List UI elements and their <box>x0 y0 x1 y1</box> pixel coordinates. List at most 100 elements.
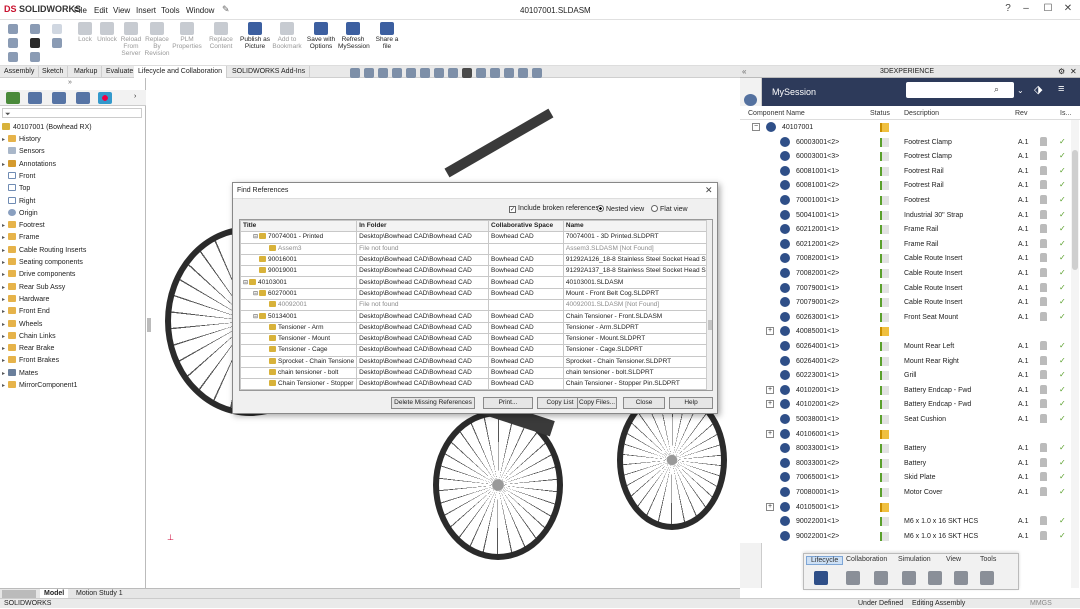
ribbon-button-3[interactable]: Replace By Revision <box>142 22 172 57</box>
scrollbar-thumb[interactable] <box>1072 150 1078 270</box>
lifecycle-tool-icon[interactable] <box>814 571 828 585</box>
view-tool-icon-10[interactable] <box>490 68 500 78</box>
home-icon[interactable] <box>8 24 18 34</box>
view-tool-icon-1[interactable] <box>364 68 374 78</box>
minimize-button[interactable]: – <box>1018 3 1034 17</box>
tree-item[interactable]: Top <box>2 183 148 195</box>
lock-icon[interactable] <box>1040 195 1047 204</box>
new-file-icon[interactable] <box>30 24 40 34</box>
settings-icon[interactable]: ⚙ <box>1058 67 1065 76</box>
dialog-button-3[interactable]: Copy Files... <box>577 397 617 409</box>
grid-row[interactable]: 90016001 Desktop\Bowhead CAD\Bowhead CAD B… <box>240 253 712 267</box>
view-tool-icon-11[interactable] <box>504 68 514 78</box>
tree-item[interactable]: ▸ Annotations <box>2 159 148 171</box>
3dexperience-tab-icon[interactable] <box>744 94 757 106</box>
dialog-button-0[interactable]: Delete Missing References <box>391 397 475 409</box>
tree-item[interactable]: ▸ MirrorComponent1 <box>2 380 148 392</box>
session-row[interactable]: 60212001<2> Frame Rail A.1 ✓ <box>740 236 1080 252</box>
panel-splitter[interactable] <box>147 318 151 332</box>
nested-view-radio[interactable]: Nested view <box>597 205 644 213</box>
session-row[interactable]: 70001001<1> Footrest A.1 ✓ <box>740 193 1080 208</box>
grid-row[interactable]: ⊟ 70074001 - Printed Desktop\Bowhead CAD\B… <box>240 231 712 244</box>
expand-toggle-icon[interactable]: + <box>766 385 774 394</box>
tree-item[interactable]: ▸ Hardware <box>2 294 148 306</box>
col-description[interactable]: Description <box>904 110 939 117</box>
expand-toggle-icon[interactable]: + <box>766 327 774 336</box>
session-row[interactable]: − 40107001 <box>740 120 1080 135</box>
session-row[interactable]: 80033001<2> Battery A.1 ✓ <box>740 455 1080 471</box>
chevron-right-icon[interactable]: › <box>134 93 136 100</box>
lock-icon[interactable] <box>1040 516 1047 526</box>
tree-item[interactable]: ▸ Rear Sub Assy <box>2 282 148 294</box>
ribbon-button-9[interactable]: Refresh MySession <box>338 22 370 50</box>
lock-icon[interactable] <box>1040 399 1047 409</box>
menu-edit[interactable]: Edit <box>94 6 108 15</box>
command-tab-2[interactable]: Markup <box>70 66 103 78</box>
menu-file[interactable]: File <box>74 6 87 15</box>
tree-item[interactable]: ▸ Drive components <box>2 269 148 281</box>
menu-insert[interactable]: Insert <box>136 6 156 15</box>
session-row[interactable]: 70082001<2> Cable Route Insert A.1 ✓ <box>740 266 1080 281</box>
ribbon-button-10[interactable]: Share a file <box>372 22 402 50</box>
grid-row[interactable]: Tensioner - Arm Desktop\Bowhead CAD\Bowhe… <box>240 321 712 334</box>
grid-row[interactable]: ⊟ 50134001 Desktop\Bowhead CAD\Bowhead CAD… <box>240 310 712 323</box>
dialog-button-5[interactable]: Help <box>669 397 713 409</box>
lc-tab-0[interactable]: Lifecycle <box>806 556 844 565</box>
session-row[interactable]: 70079001<1> Cable Route Insert A.1 ✓ <box>740 280 1080 296</box>
tree-root[interactable]: 40107001 (Bowhead RX) <box>2 122 148 134</box>
session-row[interactable]: +40102001<1> Battery Endcap - Fwd A.1 ✓ <box>740 382 1080 398</box>
session-row[interactable]: 80033001<1> Battery A.1 ✓ <box>740 441 1080 456</box>
scrollbar-thumb[interactable] <box>708 320 712 330</box>
open-icon[interactable] <box>8 38 18 48</box>
command-tab-1[interactable]: Sketch <box>38 66 69 78</box>
session-row[interactable]: 60264001<1> Mount Rear Left A.1 ✓ <box>740 339 1080 354</box>
col-status[interactable]: Status <box>870 110 890 117</box>
tree-item[interactable]: ▸ Frame <box>2 232 148 244</box>
lock-icon[interactable] <box>1040 370 1047 380</box>
session-row[interactable]: 60003001<3> Footrest Clamp A.1 ✓ <box>740 149 1080 164</box>
session-row[interactable]: +40106001<1> <box>740 426 1080 442</box>
grid-row[interactable]: ⊟ 60270001 Desktop\Bowhead CAD\Bowhead CAD… <box>240 287 712 301</box>
solidworks-logo[interactable]: DS SOLIDWORKS <box>4 4 81 14</box>
tree-item[interactable]: ▸ Seating components <box>2 257 148 269</box>
col-rev[interactable]: Rev <box>1015 110 1027 117</box>
tree-item[interactable]: ▸ History <box>2 134 148 146</box>
collapse-arrow-icon[interactable]: » <box>68 79 72 86</box>
close-button[interactable]: ✕ <box>1060 3 1076 17</box>
grid-row[interactable]: Tensioner - Mount Desktop\Bowhead CAD\Bow… <box>240 332 712 346</box>
session-row[interactable]: 70080001<1> Motor Cover A.1 ✓ <box>740 485 1080 500</box>
view-tool-icon-12[interactable] <box>518 68 528 78</box>
command-tab-3[interactable]: Evaluate <box>102 66 139 78</box>
grid-scrollbar[interactable] <box>706 220 712 390</box>
property-tab-icon[interactable] <box>28 92 42 104</box>
tree-item[interactable]: ▸ Wheels <box>2 319 148 331</box>
lc-tab-3[interactable]: View <box>946 556 961 563</box>
dialog-button-4[interactable]: Close <box>623 397 665 409</box>
lock-icon[interactable] <box>1040 530 1047 540</box>
tab-scroll-control[interactable] <box>2 590 36 598</box>
session-row[interactable]: 70079001<2> Cable Route Insert A.1 ✓ <box>740 295 1080 310</box>
lock-icon[interactable] <box>1040 151 1047 161</box>
dialog-button-1[interactable]: Print... <box>483 397 533 409</box>
grid-row[interactable]: 40092001 File not found 40092001.SLDASM [N… <box>240 299 712 312</box>
route-icon[interactable] <box>928 571 942 585</box>
session-row[interactable]: 60223001<1> Grill A.1 ✓ <box>740 368 1080 383</box>
ribbon-button-5[interactable]: Replace Content <box>206 22 236 50</box>
expand-toggle-icon[interactable]: − <box>752 123 760 131</box>
lock-icon[interactable] <box>1040 165 1047 175</box>
network-icon[interactable] <box>980 571 994 585</box>
session-row[interactable]: 60003001<2> Footrest Clamp A.1 ✓ <box>740 134 1080 150</box>
expand-toggle-icon[interactable]: + <box>766 502 774 511</box>
command-tab-4[interactable]: Lifecycle and Collaboration <box>134 66 228 78</box>
tree-item[interactable]: ▸ Footrest <box>2 220 148 232</box>
grid-row[interactable]: Assem3 File not found Assem3.SLDASM [Not F… <box>240 242 712 255</box>
view-tool-icon-5[interactable] <box>420 68 430 78</box>
lock-icon[interactable] <box>1040 311 1047 321</box>
view-tool-icon-7[interactable] <box>448 68 458 78</box>
col-in-folder[interactable]: In Folder <box>356 220 490 233</box>
dimxpert-tab-icon[interactable] <box>76 92 90 104</box>
lock-icon[interactable] <box>1040 253 1047 263</box>
col-is[interactable]: Is... <box>1060 110 1071 117</box>
options-icon[interactable] <box>52 38 62 48</box>
tree-item[interactable]: ▸ Mates <box>2 368 148 380</box>
